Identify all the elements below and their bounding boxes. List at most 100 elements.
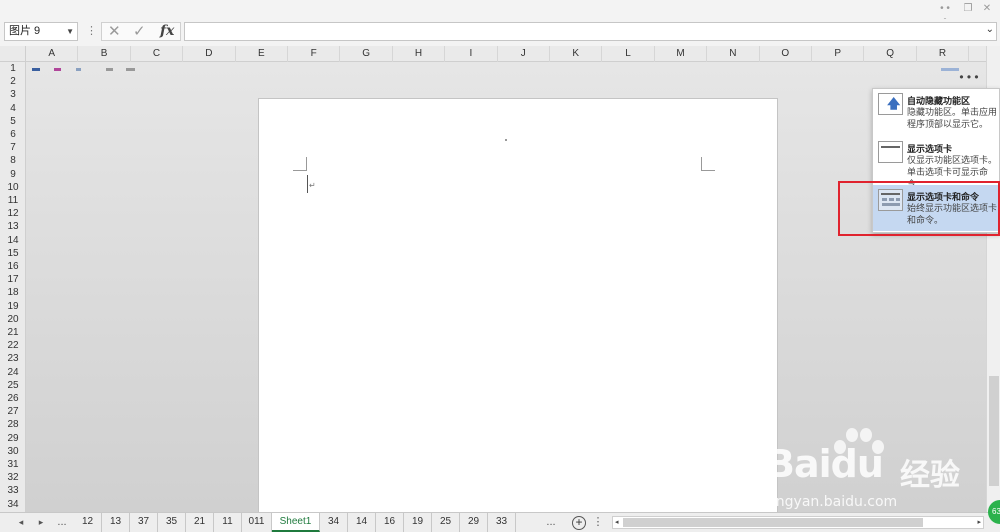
row-header-26[interactable]: 26 <box>0 392 26 405</box>
sheet-tab[interactable]: 34 <box>320 513 348 532</box>
sheet-tab[interactable]: 011 <box>242 513 272 532</box>
menu-item-auto-hide-ribbon[interactable]: 🡅 自动隐藏功能区 隐藏功能区。单击应用程序顶部以显示它。 <box>873 89 999 135</box>
row-header-4[interactable]: 4 <box>0 102 26 115</box>
highlight-annotation <box>838 181 1000 236</box>
row-header-11[interactable]: 11 <box>0 194 26 207</box>
sheet-tab[interactable]: 29 <box>460 513 488 532</box>
column-header-d[interactable]: D <box>183 46 236 62</box>
row-header-20[interactable]: 20 <box>0 313 26 326</box>
row-header-17[interactable]: 17 <box>0 273 26 286</box>
menu-item-show-tabs[interactable]: 显示选项卡 仅显示功能区选项卡。单击选项卡可显示命令。 <box>873 137 999 189</box>
sheet-tab[interactable]: 16 <box>376 513 404 532</box>
row-header-3[interactable]: 3 <box>0 88 26 101</box>
column-header-g[interactable]: G <box>340 46 393 62</box>
row-header-16[interactable]: 16 <box>0 260 26 273</box>
row-header-2[interactable]: 2 <box>0 75 26 88</box>
column-header-j[interactable]: J <box>498 46 550 62</box>
sheet-tab[interactable]: 33 <box>488 513 516 532</box>
row-header-5[interactable]: 5 <box>0 115 26 128</box>
column-header-r[interactable]: R <box>917 46 970 62</box>
column-header-b[interactable]: B <box>78 46 131 62</box>
name-box-value: 图片 9 <box>9 25 41 37</box>
column-header-n[interactable]: N <box>707 46 760 62</box>
horizontal-scroll-thumb[interactable] <box>623 518 923 527</box>
row-header-23[interactable]: 23 <box>0 352 26 365</box>
watermark-brand-text: 经验 <box>900 459 960 492</box>
cancel-icon[interactable]: ✕ <box>108 23 121 40</box>
sheet-tab[interactable]: 19 <box>404 513 432 532</box>
row-header-18[interactable]: 18 <box>0 286 26 299</box>
row-header-34[interactable]: 34 <box>0 498 26 511</box>
row-header-6[interactable]: 6 <box>0 128 26 141</box>
column-header-l[interactable]: L <box>602 46 655 62</box>
row-header-15[interactable]: 15 <box>0 247 26 260</box>
row-header-1[interactable]: 1 <box>0 62 26 75</box>
add-sheet-button[interactable]: + <box>572 516 586 530</box>
next-sheet-icon[interactable]: ▸ <box>34 513 48 532</box>
column-header-e[interactable]: E <box>236 46 288 62</box>
row-header-21[interactable]: 21 <box>0 326 26 339</box>
sheet-tab[interactable]: Sheet1 <box>272 513 320 532</box>
remnant-icon <box>54 68 61 71</box>
sheet-tab[interactable]: 12 <box>74 513 102 532</box>
close-window-icon[interactable]: ✕ <box>980 3 994 15</box>
row-header-33[interactable]: 33 <box>0 484 26 497</box>
row-header-8[interactable]: 8 <box>0 154 26 167</box>
row-header-28[interactable]: 28 <box>0 418 26 431</box>
row-header-31[interactable]: 31 <box>0 458 26 471</box>
row-header-13[interactable]: 13 <box>0 220 26 233</box>
sheet-tab[interactable]: 35 <box>158 513 186 532</box>
column-header-h[interactable]: H <box>393 46 446 62</box>
insert-function-icon[interactable]: fx <box>160 23 174 40</box>
formula-bar-separator-icon: ⋮ <box>86 25 97 37</box>
row-header-14[interactable]: 14 <box>0 234 26 247</box>
sheet-tab[interactable]: 11 <box>214 513 242 532</box>
watermark-logo-text: Baidu <box>766 442 884 486</box>
column-header-f[interactable]: F <box>288 46 341 62</box>
sheet-tab[interactable]: 21 <box>186 513 214 532</box>
scroll-left-icon[interactable]: ◂ <box>615 517 619 528</box>
formula-expand-icon[interactable]: ⌄ <box>986 24 994 35</box>
row-header-24[interactable]: 24 <box>0 366 26 379</box>
paragraph-mark-icon: ↵ <box>309 181 316 190</box>
column-header-o[interactable]: O <box>760 46 812 62</box>
more-sheets-left[interactable]: ... <box>52 513 72 532</box>
watermark-url: jingyan.baidu.com <box>768 494 898 510</box>
more-options-icon[interactable]: • • • <box>938 3 952 26</box>
row-header-30[interactable]: 30 <box>0 445 26 458</box>
column-header-k[interactable]: K <box>550 46 603 62</box>
row-header-9[interactable]: 9 <box>0 168 26 181</box>
prev-sheet-icon[interactable]: ◂ <box>14 513 28 532</box>
select-all-corner[interactable] <box>0 46 26 62</box>
sheet-tab[interactable]: 13 <box>102 513 130 532</box>
confirm-icon[interactable]: ✓ <box>133 23 146 40</box>
name-box-dropdown-icon[interactable]: ▼ <box>66 23 74 40</box>
column-header-p[interactable]: P <box>812 46 865 62</box>
tab-options-icon[interactable]: ⋮ <box>592 513 604 532</box>
restore-window-icon[interactable]: ❐ <box>961 3 975 15</box>
more-sheets-right[interactable]: ... <box>540 513 562 532</box>
horizontal-scrollbar[interactable]: ◂ ▸ <box>612 516 984 529</box>
row-header-7[interactable]: 7 <box>0 141 26 154</box>
column-header-i[interactable]: I <box>445 46 498 62</box>
sheet-tab[interactable]: 14 <box>348 513 376 532</box>
column-header-c[interactable]: C <box>131 46 184 62</box>
row-header-10[interactable]: 10 <box>0 181 26 194</box>
name-box[interactable]: 图片 9 ▼ <box>4 22 78 41</box>
sheet-tab[interactable]: 37 <box>130 513 158 532</box>
formula-input[interactable]: ⌄ <box>184 22 997 41</box>
row-header-29[interactable]: 29 <box>0 432 26 445</box>
document-page[interactable]: ↵ <box>258 98 778 512</box>
row-header-32[interactable]: 32 <box>0 471 26 484</box>
row-header-22[interactable]: 22 <box>0 339 26 352</box>
sheet-tab[interactable]: 25 <box>432 513 460 532</box>
column-header-m[interactable]: M <box>655 46 708 62</box>
row-header-27[interactable]: 27 <box>0 405 26 418</box>
ribbon-display-options-icon[interactable]: • • • <box>958 71 980 84</box>
scroll-right-icon[interactable]: ▸ <box>977 517 981 528</box>
column-header-a[interactable]: A <box>26 46 79 62</box>
row-header-19[interactable]: 19 <box>0 300 26 313</box>
row-header-12[interactable]: 12 <box>0 207 26 220</box>
column-header-q[interactable]: Q <box>864 46 917 62</box>
row-header-25[interactable]: 25 <box>0 379 26 392</box>
